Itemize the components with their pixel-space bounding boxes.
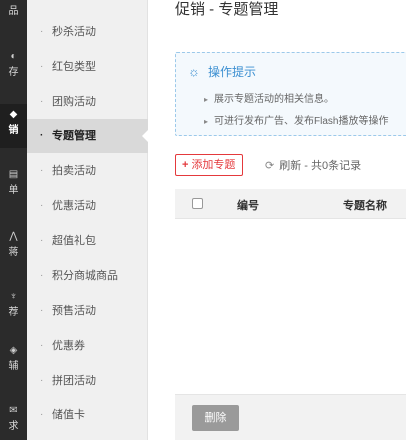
tip-line: ▸ 展示专题活动的相关信息。 (204, 90, 334, 105)
delete-button[interactable]: 删除 (192, 405, 239, 431)
bullet-icon: · (40, 235, 44, 246)
submenu-item-points-mall[interactable]: · 积分商城商品 (27, 259, 148, 293)
submenu-item-seckill[interactable]: · 秒杀活动 (27, 15, 148, 49)
add-topic-button[interactable]: + 添加专题 (175, 154, 243, 176)
rail-item-request[interactable]: ✉ 求 (0, 400, 27, 440)
table-footer: 删除 (175, 394, 406, 440)
submenu-label: 储值卡 (52, 409, 85, 421)
submenu-item-coupon[interactable]: · 优惠券 (27, 329, 148, 363)
bullet-icon: · (40, 340, 44, 351)
tip-line: ▸ 可进行发布广告、发布Flash播放等操作 (204, 112, 388, 127)
user-icon: ⋀ (9, 231, 18, 242)
bullet-icon: · (40, 165, 44, 176)
tip-text: 展示专题活动的相关信息。 (214, 94, 335, 105)
bullet-icon: · (40, 130, 44, 141)
rail-label: 存 (8, 67, 19, 78)
submenu-item-value-card[interactable]: · 储值卡 (27, 398, 148, 432)
rail-item-order[interactable]: ▤ 单 (0, 164, 27, 208)
rail-item-user[interactable]: ⋀ 蒋 (0, 226, 27, 270)
submenu-label: 专题管理 (52, 130, 96, 142)
rail-item-goods[interactable]: 品 (0, 0, 27, 22)
caret-right-icon: ▸ (204, 117, 209, 126)
bullet-icon: · (40, 375, 44, 386)
rail-label: 销 (8, 125, 19, 136)
recommend-icon: ♆ (9, 291, 18, 302)
add-topic-label: 添加专题 (191, 159, 236, 171)
submenu-label: 拼团活动 (52, 375, 96, 387)
tip-text: 可进行发布广告、发布Flash播放等操作 (214, 116, 389, 127)
main-nav-rail: 品 ◐ 存 ◆ 销 ▤ 单 ⋀ 蒋 ♆ 荐 ◈ 辅 ✉ 求 (0, 0, 27, 440)
bullet-icon: · (40, 200, 44, 211)
page-title: 促销 - 专题管理 (175, 1, 279, 18)
submenu-label: 拍卖活动 (52, 165, 96, 177)
submenu-item-giftpack[interactable]: · 超值礼包 (27, 224, 148, 258)
tips-heading[interactable]: ☼ 操作提示 (186, 63, 256, 80)
plus-icon: + (182, 159, 189, 171)
rail-item-promo[interactable]: ◆ 销 (0, 104, 27, 148)
submenu-label: 红包类型 (52, 61, 96, 73)
assist-icon: ◈ (9, 345, 18, 356)
bullet-icon: · (40, 26, 44, 37)
request-icon: ✉ (9, 405, 18, 416)
refresh-button[interactable]: ⟳ 刷新 - 共0条记录 (265, 157, 361, 173)
rail-item-store[interactable]: ◐ 存 (0, 44, 27, 88)
submenu-item-presale[interactable]: · 预售活动 (27, 294, 148, 328)
bullet-icon: · (40, 409, 44, 420)
bullet-icon: · (40, 96, 44, 107)
submenu-item-auction[interactable]: · 拍卖活动 (27, 154, 148, 188)
submenu-item-redpacket[interactable]: · 红包类型 (27, 50, 148, 84)
bullet-icon: · (40, 61, 44, 72)
tips-heading-text: 操作提示 (208, 65, 257, 79)
bullet-icon: · (40, 270, 44, 281)
order-icon: ▤ (8, 169, 19, 180)
rail-item-assist[interactable]: ◈ 辅 (0, 340, 27, 384)
rail-label: 求 (8, 421, 19, 432)
rail-item-recommend[interactable]: ♆ 荐 (0, 286, 27, 330)
submenu-label: 积分商城商品 (52, 270, 118, 282)
column-header-topic-name[interactable]: 专题名称 (343, 197, 387, 213)
submenu-label: 优惠活动 (52, 200, 96, 212)
submenu-label: 预售活动 (52, 305, 96, 317)
refresh-label: 刷新 - 共0条记录 (279, 160, 362, 172)
submenu-item-topic[interactable]: · 专题管理 (27, 119, 149, 153)
bullet-icon: · (40, 305, 44, 316)
rail-label: 荐 (8, 307, 19, 318)
submenu-label: 超值礼包 (52, 235, 96, 247)
select-all-checkbox[interactable] (192, 198, 203, 209)
submenu-item-discount[interactable]: · 优惠活动 (27, 189, 148, 223)
submenu-item-groupbuy[interactable]: · 团购活动 (27, 85, 148, 119)
submenu-label: 秒杀活动 (52, 26, 96, 38)
store-icon: ◐ (10, 51, 17, 62)
refresh-icon: ⟳ (265, 160, 275, 172)
lightbulb-icon: ☼ (188, 64, 200, 79)
submenu-label: 团购活动 (52, 96, 96, 108)
rail-label: 辅 (8, 361, 19, 372)
table-header: 编号 专题名称 (175, 189, 406, 219)
tips-panel: ☼ 操作提示 ▸ 展示专题活动的相关信息。 ▸ 可进行发布广告、发布Flash播放等操… (175, 52, 406, 136)
rail-label: 蒋 (8, 247, 19, 258)
main-content: 促销 - 专题管理 ☼ 操作提示 ▸ 展示专题活动的相关信息。 ▸ 可进行发布广告、发… (148, 0, 406, 440)
caret-right-icon: ▸ (204, 95, 209, 104)
submenu-item-team-buy[interactable]: · 拼团活动 (27, 364, 148, 398)
submenu-label: 优惠券 (52, 340, 85, 352)
promo-icon: ◆ (9, 109, 18, 120)
promo-submenu: · 秒杀活动 · 红包类型 · 团购活动 · 专题管理 · 拍卖活动 · 优惠活动 · 超值礼… (27, 0, 149, 440)
rail-label: 品 (8, 6, 19, 17)
column-header-id[interactable]: 编号 (237, 197, 259, 213)
rail-label: 单 (8, 185, 19, 196)
